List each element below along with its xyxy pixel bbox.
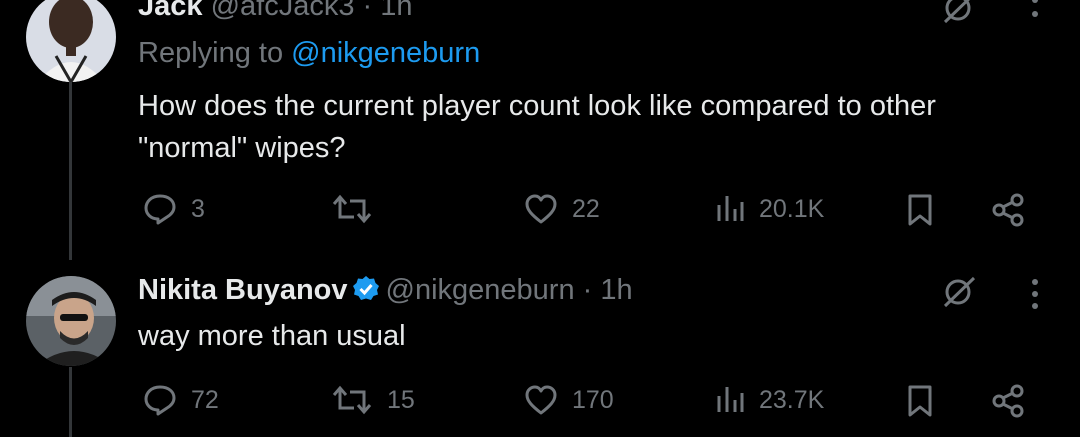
avatar[interactable] bbox=[26, 276, 116, 366]
bookmark-button[interactable] bbox=[904, 193, 936, 227]
views-button[interactable]: 23.7K bbox=[715, 384, 824, 416]
like-button[interactable]: 22 bbox=[524, 193, 600, 225]
tweet-text-line-1: way more than usual bbox=[138, 320, 406, 352]
share-button[interactable] bbox=[990, 384, 1026, 418]
display-name[interactable]: Jack bbox=[138, 0, 203, 22]
display-name[interactable]: Nikita Buyanov bbox=[138, 274, 348, 306]
tweet-text-line-2: "normal" wipes? bbox=[138, 132, 346, 164]
retweet-button[interactable]: 15 bbox=[331, 384, 415, 416]
retweet-icon bbox=[332, 194, 372, 224]
like-count: 22 bbox=[572, 194, 600, 223]
replying-prefix: Replying to bbox=[138, 37, 292, 69]
share-icon bbox=[992, 193, 1024, 227]
retweet-button[interactable] bbox=[331, 193, 387, 225]
more-icon[interactable] bbox=[1022, 0, 1048, 26]
like-button[interactable]: 170 bbox=[524, 384, 614, 416]
reply-icon bbox=[144, 385, 176, 416]
share-icon bbox=[992, 384, 1024, 418]
replying-to: Replying to @nikgeneburn bbox=[138, 37, 480, 70]
views-button[interactable]: 20.1K bbox=[715, 193, 824, 225]
retweet-count: 15 bbox=[387, 385, 415, 414]
reply-button[interactable]: 72 bbox=[143, 384, 219, 416]
tweet-text: How does the current player count look l… bbox=[138, 85, 1058, 169]
grok-icon[interactable] bbox=[938, 0, 982, 28]
tweet-text: way more than usual bbox=[138, 315, 1058, 357]
like-icon bbox=[525, 385, 557, 415]
bookmark-icon bbox=[908, 385, 932, 417]
view-count: 23.7K bbox=[759, 385, 825, 414]
grok-icon[interactable] bbox=[938, 274, 982, 310]
verified-badge-icon bbox=[352, 275, 380, 311]
views-icon bbox=[717, 387, 744, 412]
tweet-header: Jack @afcJack3 · 1h bbox=[138, 0, 413, 23]
views-icon bbox=[717, 196, 744, 221]
tweet-header: Nikita Buyanov @nikgeneburn · 1h bbox=[138, 274, 633, 311]
tweet-nikita[interactable]: Nikita Buyanov @nikgeneburn · 1h way more… bbox=[0, 260, 1080, 437]
replying-mention-link[interactable]: @nikgeneburn bbox=[291, 37, 480, 69]
bookmark-button[interactable] bbox=[904, 384, 936, 418]
reply-count: 72 bbox=[191, 385, 219, 414]
like-icon bbox=[525, 194, 557, 224]
tweet-jack[interactable]: Jack @afcJack3 · 1h Replying to @nikgene… bbox=[0, 0, 1080, 250]
avatar[interactable] bbox=[26, 0, 116, 82]
bookmark-icon bbox=[908, 194, 932, 226]
reply-button[interactable]: 3 bbox=[143, 193, 205, 225]
reply-count: 3 bbox=[191, 194, 205, 223]
reply-icon bbox=[144, 194, 176, 225]
more-icon[interactable] bbox=[1022, 278, 1048, 312]
handle-time: @afcJack3 · 1h bbox=[210, 0, 413, 22]
share-button[interactable] bbox=[990, 193, 1026, 227]
view-count: 20.1K bbox=[759, 194, 825, 223]
tweet-text-line-1: How does the current player count look l… bbox=[138, 90, 936, 122]
handle-time: @nikgeneburn · 1h bbox=[385, 274, 633, 306]
retweet-icon bbox=[332, 385, 372, 415]
like-count: 170 bbox=[572, 385, 614, 414]
